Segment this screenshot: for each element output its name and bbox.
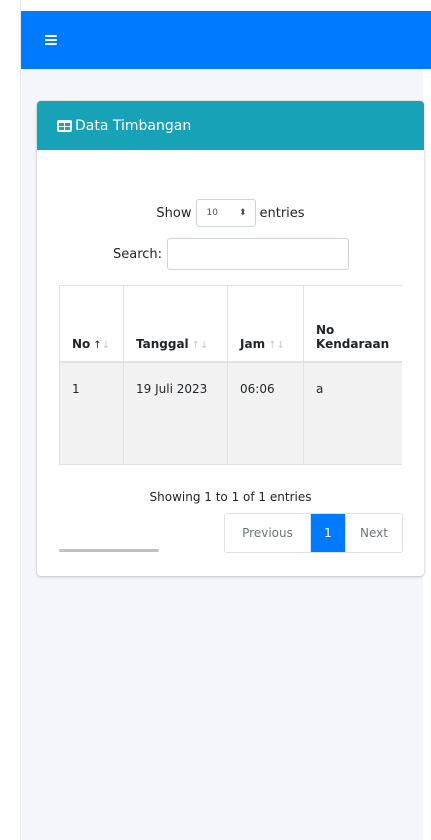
entries-select-value: 10: [206, 208, 218, 218]
content-wrapper: Data Timbangan Show 10 ⬍ entries Search:: [22, 69, 424, 840]
cell-no: 1: [59, 361, 124, 465]
table-scroll[interactable]: No ↑↓ Tanggal ↑↓ Jam ↑↓ No Kendaraan 1 1…: [59, 285, 402, 467]
pagination: Previous 1 Next: [224, 513, 403, 553]
search-input[interactable]: [167, 238, 350, 270]
table-row: 1 19 Juli 2023 06:06 a: [59, 361, 402, 465]
card-header: Data Timbangan: [37, 101, 424, 150]
page-1-button[interactable]: 1: [311, 514, 345, 552]
next-button[interactable]: Next: [345, 514, 402, 552]
data-card: Data Timbangan Show 10 ⬍ entries Search:: [37, 101, 424, 576]
horizontal-scrollbar[interactable]: [59, 549, 159, 552]
table-icon: [57, 119, 72, 132]
column-no-kendaraan[interactable]: No Kendaraan: [303, 285, 402, 363]
show-label: Show: [156, 205, 192, 221]
table-header-row: No ↑↓ Tanggal ↑↓ Jam ↑↓ No Kendaraan: [59, 285, 402, 363]
column-tanggal[interactable]: Tanggal ↑↓: [123, 285, 228, 363]
select-arrows-icon: ⬍: [238, 208, 247, 218]
card-title: Data Timbangan: [75, 117, 192, 134]
top-navbar: [21, 11, 431, 69]
sort-asc-icon: ↑↓: [93, 339, 111, 351]
sort-icon: ↑↓: [191, 339, 209, 351]
cell-tanggal: 19 Juli 2023: [123, 361, 228, 465]
page-edge: [423, 0, 431, 840]
cell-no-kendaraan: a: [303, 361, 402, 465]
cell-jam: 06:06: [227, 361, 304, 465]
entries-select[interactable]: 10 ⬍: [195, 199, 256, 227]
data-table: No ↑↓ Tanggal ↑↓ Jam ↑↓ No Kendaraan 1 1…: [59, 285, 402, 465]
search-control: Search:: [113, 238, 350, 270]
length-control: Show 10 ⬍ entries: [37, 199, 424, 227]
sort-icon: ↑↓: [268, 339, 285, 351]
sidebar-edge: [0, 0, 21, 840]
previous-button[interactable]: Previous: [225, 514, 311, 552]
table-info: Showing 1 to 1 of 1 entries: [149, 490, 312, 504]
column-no[interactable]: No ↑↓: [59, 285, 124, 363]
bars-icon[interactable]: [45, 35, 57, 45]
column-jam[interactable]: Jam ↑↓: [227, 285, 304, 363]
search-label: Search:: [113, 246, 163, 262]
entries-label: entries: [259, 205, 305, 221]
